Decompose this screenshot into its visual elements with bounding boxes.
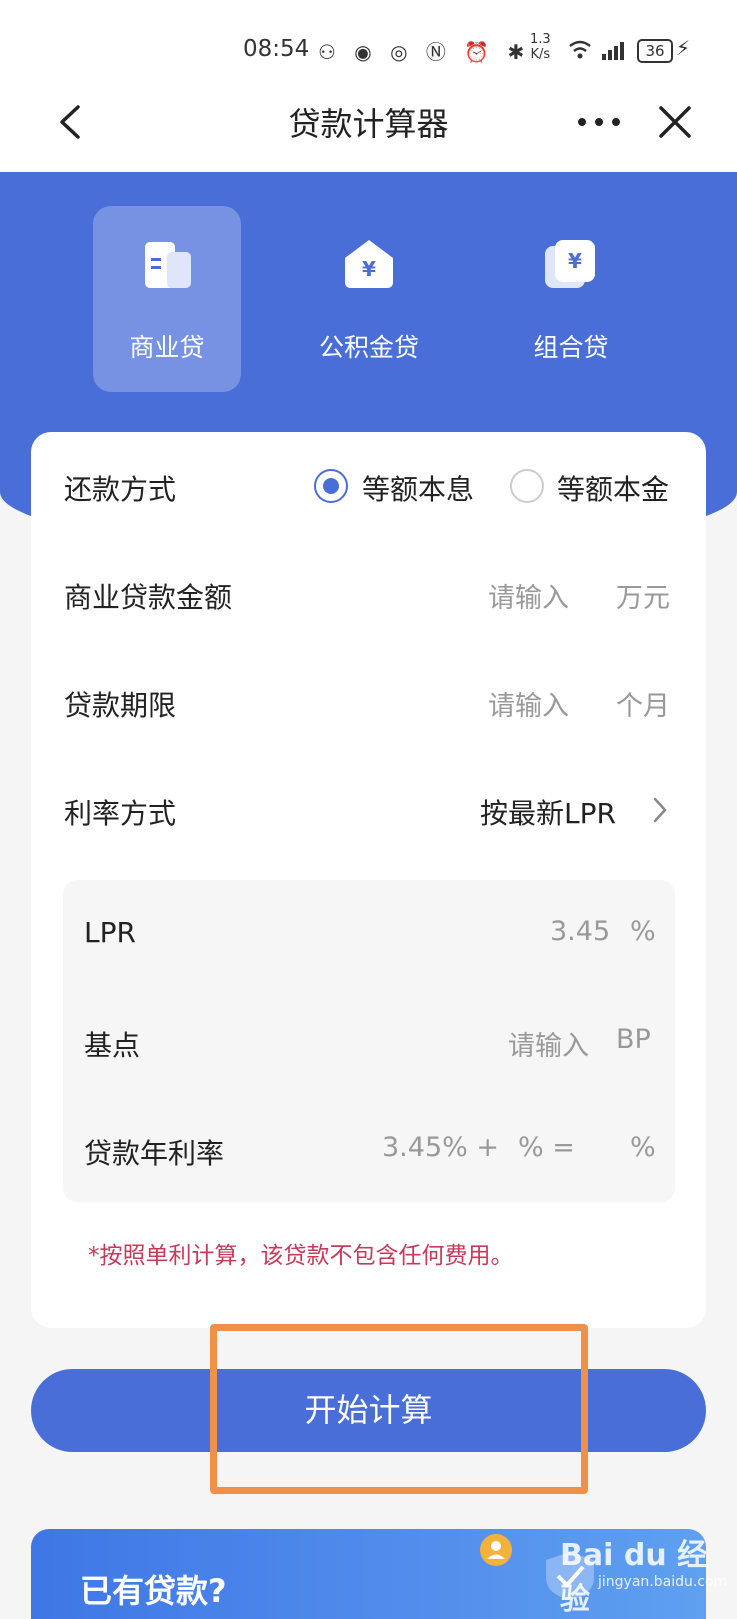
tab-label: 商业贷 <box>129 333 205 362</box>
chevron-left-icon <box>60 105 80 139</box>
status-time: 08:54 <box>243 36 310 62</box>
tab-label: 组合贷 <box>533 333 609 362</box>
lpr-value: 3.45 <box>550 916 611 947</box>
banner-title: 已有贷款? <box>80 1572 227 1610</box>
radio-equal-principal[interactable] <box>510 469 544 503</box>
radio-label-equal-principal[interactable]: 等额本金 <box>557 468 669 508</box>
status-icons: ⚇ ◉ ◎ Ⓝ ⏰ ✱ <box>318 40 531 64</box>
close-button[interactable] <box>657 104 693 140</box>
svg-text:¥: ¥ <box>362 257 376 281</box>
tab-combined-loan[interactable]: ¥ 组合贷 <box>497 206 645 392</box>
rate-method-label: 利率方式 <box>64 797 177 830</box>
loan-term-unit: 个月 <box>616 691 670 722</box>
annual-rate-operator: % = <box>518 1132 575 1163</box>
house-yuan-icon: ¥ <box>345 240 393 288</box>
calc-note: *按照单利计算，该贷款不包含任何费用。 <box>88 1243 514 1269</box>
loan-amount-label: 商业贷款金额 <box>64 581 233 614</box>
loan-amount-unit: 万元 <box>616 583 670 614</box>
lpr-label: LPR <box>84 916 136 949</box>
nav-bar <box>0 92 737 172</box>
annual-rate-label: 贷款年利率 <box>84 1137 225 1170</box>
tab-commercial-loan[interactable]: 商业贷 <box>93 206 241 392</box>
tab-provident-fund-loan[interactable]: ¥ 公积金贷 <box>295 206 443 392</box>
basis-point-label: 基点 <box>84 1029 141 1062</box>
speed-unit: K/s <box>530 47 551 62</box>
loan-amount-input[interactable]: 请输入 <box>488 576 569 615</box>
rate-method-select[interactable]: 按最新LPR <box>480 792 616 832</box>
watermark-url: jingyan.baidu.com <box>598 1574 728 1590</box>
back-button[interactable] <box>54 104 90 140</box>
radio-label-equal-installment[interactable]: 等额本息 <box>362 468 474 508</box>
annual-rate-base: 3.45% + <box>382 1132 499 1163</box>
building-icon <box>145 242 191 288</box>
close-icon <box>659 106 691 138</box>
wallet-yuan-icon: ¥ <box>545 240 595 288</box>
more-button[interactable] <box>576 104 622 140</box>
loan-term-input[interactable]: 请输入 <box>488 684 569 723</box>
annual-rate-unit: % <box>630 1132 656 1163</box>
battery-icon: 36 <box>637 39 673 63</box>
basis-point-unit: BP <box>616 1024 651 1055</box>
basis-point-input[interactable]: 请输入 <box>508 1024 589 1063</box>
coin-user-icon <box>478 1532 514 1572</box>
speed-value: 1.3 <box>530 32 551 47</box>
tab-label: 公积金贷 <box>318 333 419 362</box>
lpr-unit: % <box>630 916 656 947</box>
chevron-right-icon <box>652 796 668 828</box>
radio-equal-installment[interactable] <box>314 469 348 503</box>
annotation-highlight-box <box>210 1324 588 1494</box>
repay-method-label: 还款方式 <box>64 473 177 506</box>
svg-text:¥: ¥ <box>568 249 582 273</box>
charging-icon: ⚡ <box>676 36 691 60</box>
more-dots-icon <box>578 118 620 126</box>
network-speed: 1.3 K/s <box>530 32 551 62</box>
wifi-signal-icon <box>568 38 630 66</box>
loan-term-label: 贷款期限 <box>64 689 177 722</box>
